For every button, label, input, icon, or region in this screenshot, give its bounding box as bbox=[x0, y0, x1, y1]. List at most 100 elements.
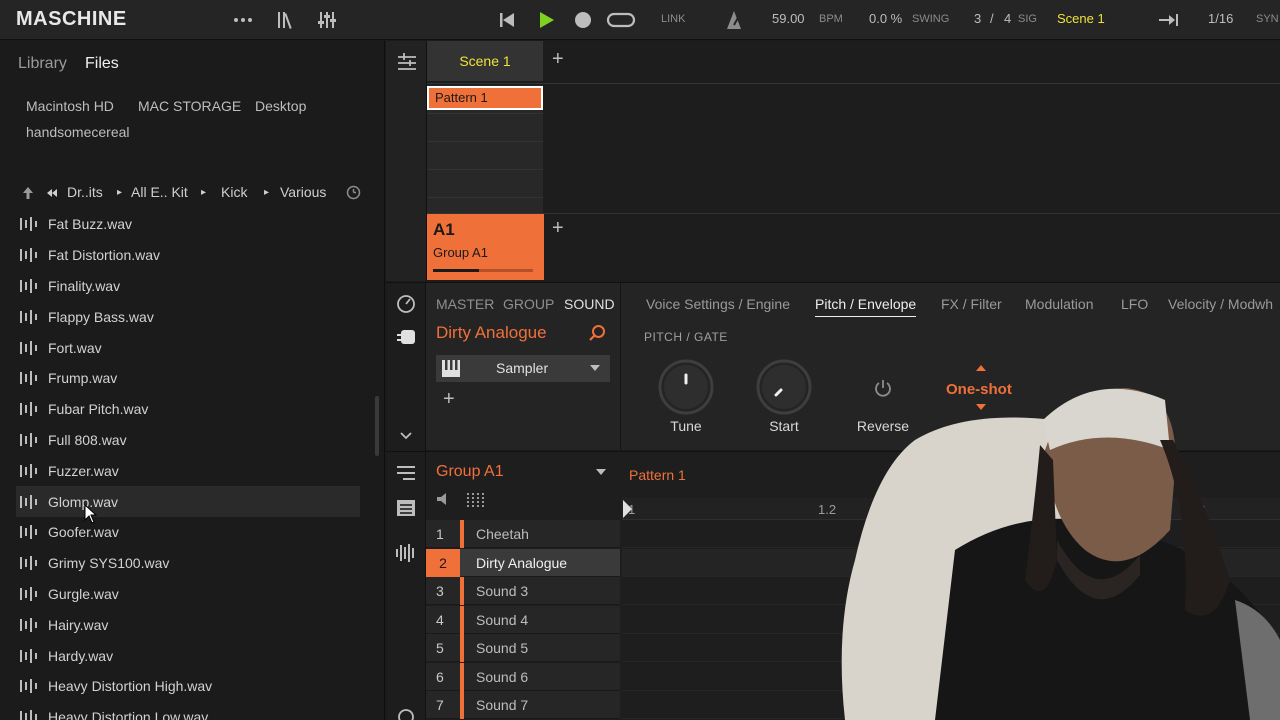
audio-file-icon bbox=[20, 217, 37, 232]
add-group-icon[interactable]: + bbox=[552, 217, 564, 240]
location-macintosh-hd[interactable]: Macintosh HD bbox=[26, 98, 114, 114]
file-row[interactable]: Fort.wav bbox=[16, 332, 360, 363]
file-row[interactable]: Frump.wav bbox=[16, 363, 360, 394]
browser-scrollbar[interactable] bbox=[375, 396, 379, 456]
search-icon[interactable] bbox=[588, 324, 606, 342]
settings-icon[interactable] bbox=[397, 708, 415, 720]
metronome-icon[interactable] bbox=[723, 9, 745, 31]
page-velocity-modwheel[interactable]: Velocity / Modwh bbox=[1168, 296, 1273, 312]
quantize-value[interactable]: 1/16 bbox=[1208, 11, 1233, 26]
file-row[interactable]: Glomp.wav bbox=[16, 486, 360, 517]
add-plugin-icon[interactable]: + bbox=[443, 388, 455, 411]
breadcrumb: Dr..its ▸ All E.. Kit ▸ Kick ▸ Various bbox=[16, 181, 368, 205]
follow-icon[interactable] bbox=[1156, 9, 1182, 31]
breadcrumb-item[interactable]: Dr..its bbox=[67, 184, 103, 200]
location-mac-storage[interactable]: MAC STORAGE bbox=[138, 98, 241, 114]
pattern-clip[interactable]: Pattern 1 bbox=[427, 86, 543, 110]
file-name: Frump.wav bbox=[48, 370, 118, 387]
parent-folder-icon[interactable] bbox=[20, 185, 36, 201]
back-icon[interactable] bbox=[46, 187, 58, 199]
file-row[interactable]: Heavy Distortion Low.wav bbox=[16, 702, 360, 720]
file-row[interactable]: Gurgle.wav bbox=[16, 579, 360, 610]
page-voice-settings[interactable]: Voice Settings / Engine bbox=[646, 296, 790, 312]
collapse-icon[interactable] bbox=[400, 431, 412, 441]
breadcrumb-item[interactable]: Kick bbox=[221, 184, 247, 200]
page-fx-filter[interactable]: FX / Filter bbox=[941, 296, 1002, 312]
tempo-value[interactable]: 59.00 bbox=[772, 11, 805, 26]
group-selector[interactable]: Group A1 bbox=[436, 463, 504, 481]
sound-row[interactable]: 4 Sound 4 bbox=[426, 605, 620, 634]
pattern-slot-line bbox=[427, 113, 543, 114]
file-row[interactable]: Fat Buzz.wav bbox=[16, 209, 360, 240]
record-icon[interactable] bbox=[572, 9, 594, 31]
location-handsomecereal[interactable]: handsomecereal bbox=[26, 124, 130, 140]
sync-label[interactable]: SYN bbox=[1256, 13, 1279, 25]
tab-sound[interactable]: SOUND bbox=[564, 296, 615, 312]
link-button[interactable]: LINK bbox=[661, 13, 685, 25]
page-lfo[interactable]: LFO bbox=[1121, 296, 1148, 312]
tab-master[interactable]: MASTER bbox=[436, 296, 494, 312]
sound-number: 4 bbox=[436, 611, 444, 628]
sound-number: 1 bbox=[436, 526, 444, 542]
page-modulation[interactable]: Modulation bbox=[1025, 296, 1094, 312]
sound-row[interactable]: 2 Dirty Analogue bbox=[426, 548, 620, 577]
file-row[interactable]: Fat Distortion.wav bbox=[16, 240, 360, 271]
breadcrumb-item[interactable]: Various bbox=[280, 184, 326, 200]
file-row[interactable]: Heavy Distortion High.wav bbox=[16, 671, 360, 702]
file-row[interactable]: Flappy Bass.wav bbox=[16, 301, 360, 332]
sound-row[interactable]: 7 Sound 7 bbox=[426, 691, 620, 719]
sound-row[interactable]: 1 Cheetah bbox=[426, 520, 620, 548]
tab-library[interactable]: Library bbox=[18, 55, 67, 73]
file-row[interactable]: Hairy.wav bbox=[16, 609, 360, 640]
sample-editor-icon[interactable] bbox=[395, 543, 417, 563]
group-id: A1 bbox=[433, 220, 455, 239]
scene-tab[interactable]: Scene 1 bbox=[427, 41, 543, 81]
list-view-icon[interactable] bbox=[396, 499, 416, 517]
file-row[interactable]: Finality.wav bbox=[16, 271, 360, 302]
play-icon[interactable] bbox=[535, 9, 557, 31]
add-scene-icon[interactable]: + bbox=[552, 48, 564, 71]
recent-icon[interactable] bbox=[346, 185, 361, 200]
location-desktop[interactable]: Desktop bbox=[255, 98, 306, 114]
audio-file-icon bbox=[20, 710, 37, 720]
dropdown-icon[interactable] bbox=[590, 365, 600, 372]
pattern-view-icon[interactable] bbox=[396, 464, 416, 482]
pattern-name[interactable]: Pattern 1 bbox=[629, 467, 686, 483]
sig-numerator[interactable]: 3 bbox=[974, 11, 981, 26]
plugin-slot[interactable]: Sampler bbox=[436, 355, 610, 382]
channel-icon[interactable] bbox=[396, 294, 416, 314]
breadcrumb-item[interactable]: All E.. Kit bbox=[131, 184, 188, 200]
loop-icon[interactable] bbox=[606, 9, 636, 31]
mixer-icon[interactable] bbox=[316, 9, 338, 31]
swing-value[interactable]: 0.0 % bbox=[869, 11, 902, 26]
page-pitch-envelope[interactable]: Pitch / Envelope bbox=[815, 296, 917, 317]
sound-name[interactable]: Dirty Analogue bbox=[436, 323, 547, 343]
current-scene[interactable]: Scene 1 bbox=[1057, 11, 1105, 26]
pad-grid-icon[interactable] bbox=[466, 492, 484, 508]
arranger-view-icon[interactable] bbox=[396, 51, 418, 73]
speaker-icon[interactable] bbox=[436, 492, 452, 506]
tune-knob[interactable] bbox=[658, 359, 714, 415]
file-name: Full 808.wav bbox=[48, 431, 127, 448]
file-row[interactable]: Goofer.wav bbox=[16, 517, 360, 548]
playhead-icon[interactable] bbox=[623, 500, 633, 518]
sig-denominator[interactable]: 4 bbox=[1004, 11, 1011, 26]
more-icon[interactable] bbox=[232, 9, 254, 31]
sound-row[interactable]: 3 Sound 3 bbox=[426, 577, 620, 605]
sound-row[interactable]: 5 Sound 5 bbox=[426, 634, 620, 662]
tab-files[interactable]: Files bbox=[85, 55, 119, 73]
plugin-icon[interactable] bbox=[396, 328, 418, 346]
browser-icon[interactable] bbox=[275, 9, 297, 31]
arranger-divider bbox=[427, 83, 1280, 84]
file-row[interactable]: Fuzzer.wav bbox=[16, 455, 360, 486]
file-row[interactable]: Grimy SYS100.wav bbox=[16, 548, 360, 579]
file-row[interactable]: Full 808.wav bbox=[16, 425, 360, 456]
sound-row[interactable]: 6 Sound 6 bbox=[426, 662, 620, 691]
rewind-icon[interactable] bbox=[496, 9, 518, 31]
type-up-icon[interactable] bbox=[976, 365, 986, 372]
file-row[interactable]: Fubar Pitch.wav bbox=[16, 394, 360, 425]
group-tile[interactable]: A1 Group A1 bbox=[427, 214, 544, 280]
file-row[interactable]: Hardy.wav bbox=[16, 640, 360, 671]
group-dropdown-icon[interactable] bbox=[596, 469, 606, 476]
tab-group[interactable]: GROUP bbox=[503, 296, 554, 312]
